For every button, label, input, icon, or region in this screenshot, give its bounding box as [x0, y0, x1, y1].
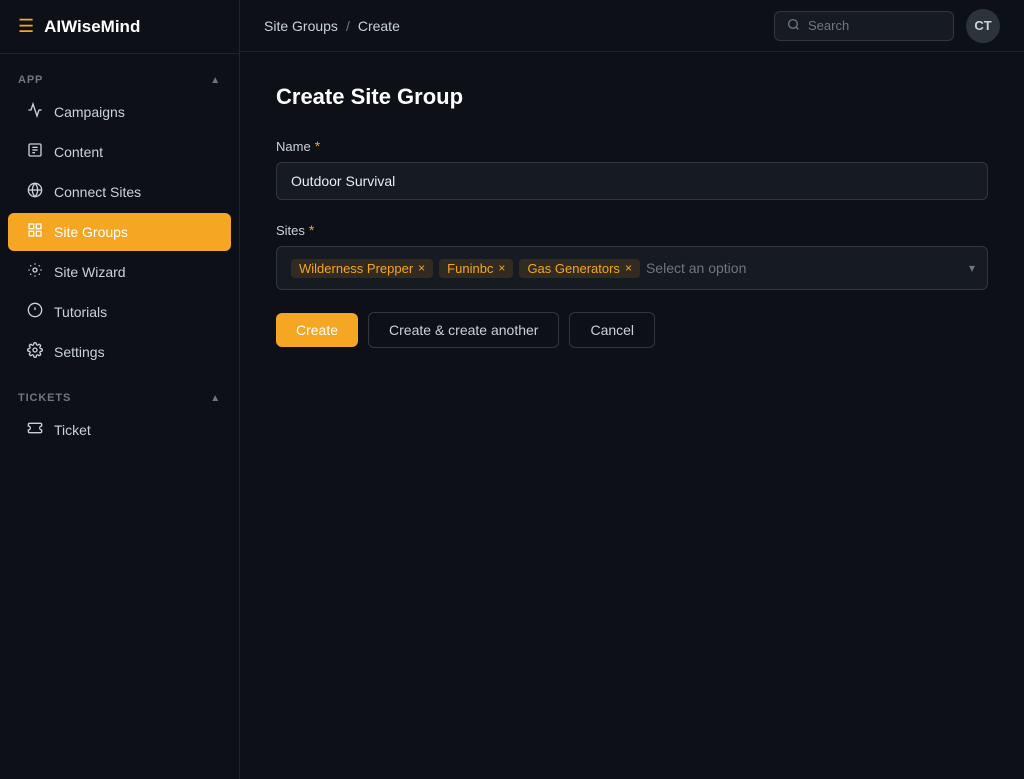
sidebar: ☰ AIWiseMind APP ▲ Campaigns Content Con… — [0, 0, 240, 779]
sidebar-item-site-groups-label: Site Groups — [54, 224, 128, 240]
app-section-label: APP ▲ — [0, 54, 239, 92]
search-box[interactable] — [774, 11, 954, 41]
sidebar-item-ticket[interactable]: Ticket — [8, 411, 231, 449]
cancel-button[interactable]: Cancel — [569, 312, 655, 348]
tag-wilderness-prepper: Wilderness Prepper × — [291, 259, 433, 278]
sites-form-group: Sites * Wilderness Prepper × Funinbc × G… — [276, 222, 988, 290]
tag-gas-generators-close[interactable]: × — [625, 262, 632, 274]
name-input[interactable] — [276, 162, 988, 200]
sites-label: Sites * — [276, 222, 988, 238]
name-label: Name * — [276, 138, 988, 154]
ticket-icon — [26, 420, 44, 440]
sidebar-item-ticket-label: Ticket — [54, 422, 91, 438]
avatar[interactable]: CT — [966, 9, 1000, 43]
main-content: Site Groups / Create CT Create Site Grou… — [240, 0, 1024, 779]
connect-sites-icon — [26, 182, 44, 202]
name-form-group: Name * — [276, 138, 988, 200]
sidebar-item-content[interactable]: Content — [8, 133, 231, 171]
sidebar-item-site-groups[interactable]: Site Groups — [8, 213, 231, 251]
content-icon — [26, 142, 44, 162]
sites-required: * — [309, 222, 314, 238]
create-button[interactable]: Create — [276, 313, 358, 347]
app-section-chevron[interactable]: ▲ — [210, 75, 221, 86]
sidebar-item-connect-sites-label: Connect Sites — [54, 184, 141, 200]
hamburger-icon[interactable]: ☰ — [18, 16, 34, 37]
sidebar-header: ☰ AIWiseMind — [0, 0, 239, 54]
page-content: Create Site Group Name * Sites * Wildern… — [240, 52, 1024, 779]
topbar: Site Groups / Create CT — [240, 0, 1024, 52]
tutorials-icon — [26, 302, 44, 322]
site-groups-icon — [26, 222, 44, 242]
form-actions: Create Create & create another Cancel — [276, 312, 988, 348]
breadcrumb: Site Groups / Create — [264, 18, 400, 34]
breadcrumb-separator: / — [346, 18, 350, 34]
campaigns-icon — [26, 102, 44, 122]
sidebar-item-tutorials-label: Tutorials — [54, 304, 107, 320]
sites-placeholder: Select an option — [646, 260, 746, 276]
sites-chevron-icon: ▾ — [969, 261, 975, 275]
sidebar-item-settings-label: Settings — [54, 344, 105, 360]
app-logo: AIWiseMind — [44, 17, 140, 37]
sidebar-item-site-wizard-label: Site Wizard — [54, 264, 126, 280]
sidebar-item-site-wizard[interactable]: Site Wizard — [8, 253, 231, 291]
page-title: Create Site Group — [276, 84, 988, 110]
site-wizard-icon — [26, 262, 44, 282]
sidebar-item-connect-sites[interactable]: Connect Sites — [8, 173, 231, 211]
tag-funinbc: Funinbc × — [439, 259, 513, 278]
sidebar-item-campaigns-label: Campaigns — [54, 104, 125, 120]
sidebar-item-tutorials[interactable]: Tutorials — [8, 293, 231, 331]
settings-icon — [26, 342, 44, 362]
search-icon — [787, 18, 800, 34]
tag-funinbc-close[interactable]: × — [498, 262, 505, 274]
tag-gas-generators: Gas Generators × — [519, 259, 640, 278]
tickets-section-chevron[interactable]: ▲ — [210, 393, 221, 404]
breadcrumb-current: Create — [358, 18, 400, 34]
sites-multi-select[interactable]: Wilderness Prepper × Funinbc × Gas Gener… — [276, 246, 988, 290]
name-required: * — [315, 138, 320, 154]
breadcrumb-parent[interactable]: Site Groups — [264, 18, 338, 34]
tag-wilderness-prepper-close[interactable]: × — [418, 262, 425, 274]
search-input[interactable] — [808, 18, 941, 33]
sidebar-item-campaigns[interactable]: Campaigns — [8, 93, 231, 131]
topbar-right: CT — [774, 9, 1000, 43]
sidebar-item-settings[interactable]: Settings — [8, 333, 231, 371]
create-another-button[interactable]: Create & create another — [368, 312, 559, 348]
tickets-section-label: TICKETS ▲ — [0, 372, 239, 410]
sidebar-item-content-label: Content — [54, 144, 103, 160]
